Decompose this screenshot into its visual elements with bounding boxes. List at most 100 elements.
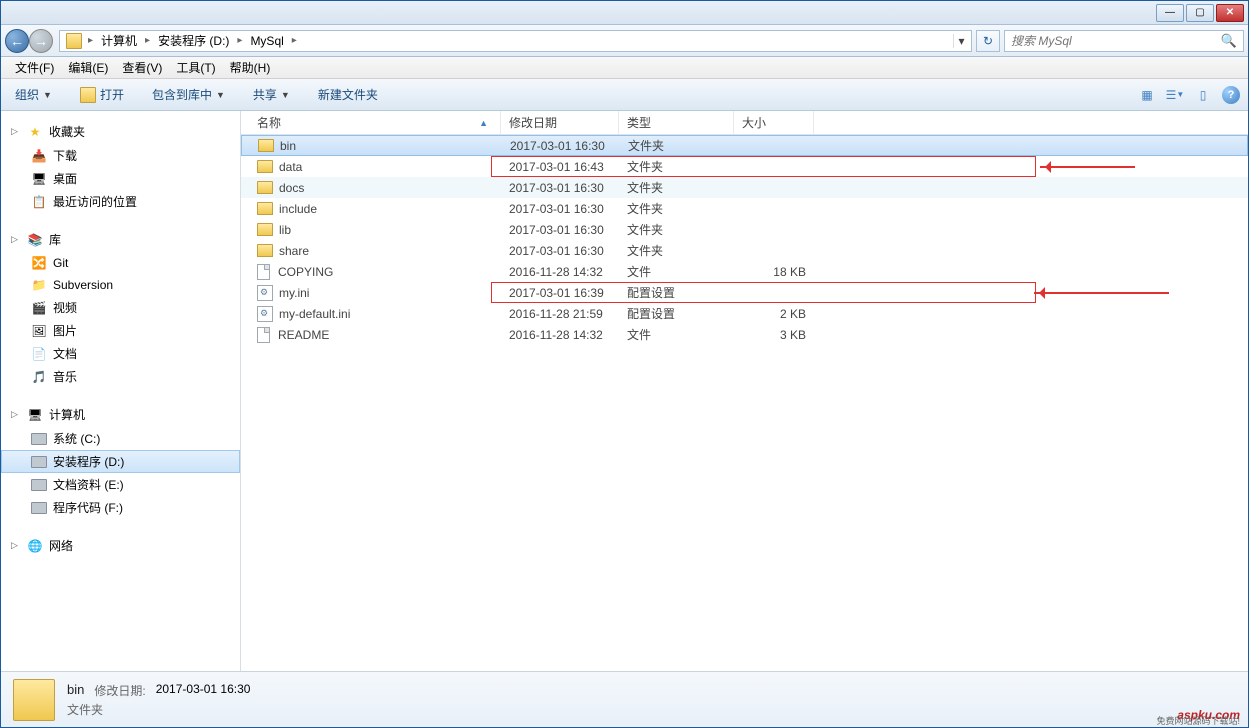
search-icon[interactable]: 🔍 — [1221, 33, 1237, 49]
file-date: 2016-11-28 21:59 — [501, 303, 619, 324]
status-bar: bin 修改日期: 2017-03-01 16:30 文件夹 — [1, 671, 1248, 727]
sidebar-desktop[interactable]: 🖥桌面 — [1, 167, 240, 190]
file-name: include — [279, 202, 317, 216]
sidebar-recent[interactable]: 📋最近访问的位置 — [1, 190, 240, 213]
status-date-label: 修改日期: — [94, 682, 145, 699]
file-name: my.ini — [279, 286, 309, 300]
view-options-icon[interactable]: ▦ — [1138, 86, 1156, 104]
preview-pane-icon[interactable]: ▯ — [1194, 86, 1212, 104]
file-row[interactable]: docs 2017-03-01 16:30文件夹 — [241, 177, 1248, 198]
breadcrumb: ▸ 计算机 ▸ 安装程序 (D:) ▸ MySql ▸ — [86, 30, 953, 51]
column-type[interactable]: 类型 — [619, 111, 734, 134]
file-row[interactable]: COPYING2016-11-28 14:32文件18 KB — [241, 261, 1248, 282]
file-type: 配置设置 — [619, 303, 734, 324]
sidebar-drive-c[interactable]: 系统 (C:) — [1, 427, 240, 450]
file-row[interactable]: README2016-11-28 14:32文件3 KB — [241, 324, 1248, 345]
sidebar-network[interactable]: ▷ 🌐 网络 — [1, 533, 240, 558]
nav-back-forward: ← → — [5, 28, 55, 54]
file-date: 2016-11-28 14:32 — [501, 324, 619, 345]
file-row[interactable]: bin2017-03-01 16:30文件夹 — [241, 135, 1248, 156]
file-type: 文件夹 — [619, 240, 734, 261]
organize-button[interactable]: 组织▼ — [9, 84, 58, 105]
column-date[interactable]: 修改日期 — [501, 111, 619, 134]
address-bar[interactable]: ▸ 计算机 ▸ 安装程序 (D:) ▸ MySql ▸ ▾ — [59, 30, 972, 52]
sidebar-git[interactable]: 🔀Git — [1, 252, 240, 274]
folder-icon — [257, 244, 273, 257]
file-row[interactable]: lib2017-03-01 16:30文件夹 — [241, 219, 1248, 240]
file-type: 文件夹 — [619, 177, 734, 198]
menu-help[interactable]: 帮助(H) — [224, 57, 277, 78]
file-type: 配置设置 — [619, 282, 734, 303]
back-button[interactable]: ← — [5, 29, 29, 53]
help-icon[interactable]: ? — [1222, 86, 1240, 104]
include-library-button[interactable]: 包含到库中▼ — [146, 84, 231, 105]
file-row[interactable]: include 2017-03-01 16:30文件夹 — [241, 198, 1248, 219]
file-date: 2017-03-01 16:30 — [501, 240, 619, 261]
menu-tools[interactable]: 工具(T) — [170, 57, 221, 78]
desktop-icon: 🖥 — [31, 171, 47, 187]
ini-icon — [257, 306, 273, 322]
file-name: data — [279, 160, 302, 174]
file-name: lib — [279, 223, 291, 237]
address-dropdown[interactable]: ▾ — [953, 34, 969, 48]
folder-icon — [66, 33, 82, 49]
sidebar-documents[interactable]: 📄文档 — [1, 342, 240, 365]
maximize-button[interactable]: ▢ — [1186, 4, 1214, 22]
file-row[interactable]: my.ini 2017-03-01 16:39配置设置 — [241, 282, 1248, 303]
sidebar-videos[interactable]: 🎬视频 — [1, 296, 240, 319]
file-date: 2017-03-01 16:39 — [501, 282, 619, 303]
sidebar-drive-f[interactable]: 程序代码 (F:) — [1, 496, 240, 519]
sidebar-music[interactable]: 🎵音乐 — [1, 365, 240, 388]
open-button[interactable]: 打开 — [74, 84, 130, 105]
file-type: 文件夹 — [619, 198, 734, 219]
file-size: 2 KB — [734, 303, 814, 324]
file-type: 文件夹 — [619, 156, 734, 177]
sidebar-subversion[interactable]: 📁Subversion — [1, 274, 240, 296]
menu-view[interactable]: 查看(V) — [116, 57, 168, 78]
column-name[interactable]: 名称▲ — [241, 111, 501, 134]
search-input[interactable] — [1011, 34, 1221, 48]
breadcrumb-folder[interactable]: MySql — [246, 32, 287, 50]
file-name: my-default.ini — [279, 307, 350, 321]
sidebar-favorites[interactable]: ▷ ★ 收藏夹 — [1, 119, 240, 144]
file-row[interactable]: share2017-03-01 16:30文件夹 — [241, 240, 1248, 261]
watermark-subtitle: 免费网站源码下载站! — [1156, 714, 1240, 727]
close-button[interactable]: ✕ — [1216, 4, 1244, 22]
column-headers: 名称▲ 修改日期 类型 大小 — [241, 111, 1248, 135]
sidebar-computer[interactable]: ▷ 🖥 计算机 — [1, 402, 240, 427]
new-folder-button[interactable]: 新建文件夹 — [312, 84, 384, 105]
share-button[interactable]: 共享▼ — [247, 84, 296, 105]
sidebar-pictures[interactable]: 🖼图片 — [1, 319, 240, 342]
file-icon — [257, 264, 270, 280]
breadcrumb-drive[interactable]: 安装程序 (D:) — [154, 30, 233, 51]
refresh-button[interactable]: ↻ — [976, 30, 1000, 52]
status-name: bin — [67, 682, 84, 699]
column-size[interactable]: 大小 — [734, 111, 814, 134]
sidebar-libraries[interactable]: ▷ 📚 库 — [1, 227, 240, 252]
toolbar: 组织▼ 打开 包含到库中▼ 共享▼ 新建文件夹 ▦ ☰ ▼ ▯ ? — [1, 79, 1248, 111]
file-type: 文件 — [619, 324, 734, 345]
menu-edit[interactable]: 编辑(E) — [62, 57, 114, 78]
sidebar-drive-d[interactable]: 安装程序 (D:) — [1, 450, 240, 473]
file-date: 2017-03-01 16:30 — [501, 198, 619, 219]
file-row[interactable]: my-default.ini 2016-11-28 21:59配置设置2 KB — [241, 303, 1248, 324]
search-bar[interactable]: 🔍 — [1004, 30, 1244, 52]
file-size — [734, 219, 814, 240]
minimize-button[interactable]: — — [1156, 4, 1184, 22]
breadcrumb-computer[interactable]: 计算机 — [97, 30, 141, 51]
view-list-icon[interactable]: ☰ ▼ — [1166, 86, 1184, 104]
forward-button[interactable]: → — [29, 29, 53, 53]
menu-file[interactable]: 文件(F) — [9, 57, 60, 78]
recent-icon: 📋 — [31, 194, 47, 210]
file-row[interactable]: data2017-03-01 16:43文件夹 — [241, 156, 1248, 177]
folder-icon — [258, 139, 274, 152]
folder-icon — [257, 202, 273, 215]
file-name: docs — [279, 181, 304, 195]
ini-icon — [257, 285, 273, 301]
file-date: 2017-03-01 16:30 — [501, 177, 619, 198]
sort-indicator-icon: ▲ — [479, 118, 488, 128]
sidebar-downloads[interactable]: 📥下载 — [1, 144, 240, 167]
folder-icon — [257, 181, 273, 194]
sidebar-drive-e[interactable]: 文档资料 (E:) — [1, 473, 240, 496]
file-icon — [257, 327, 270, 343]
